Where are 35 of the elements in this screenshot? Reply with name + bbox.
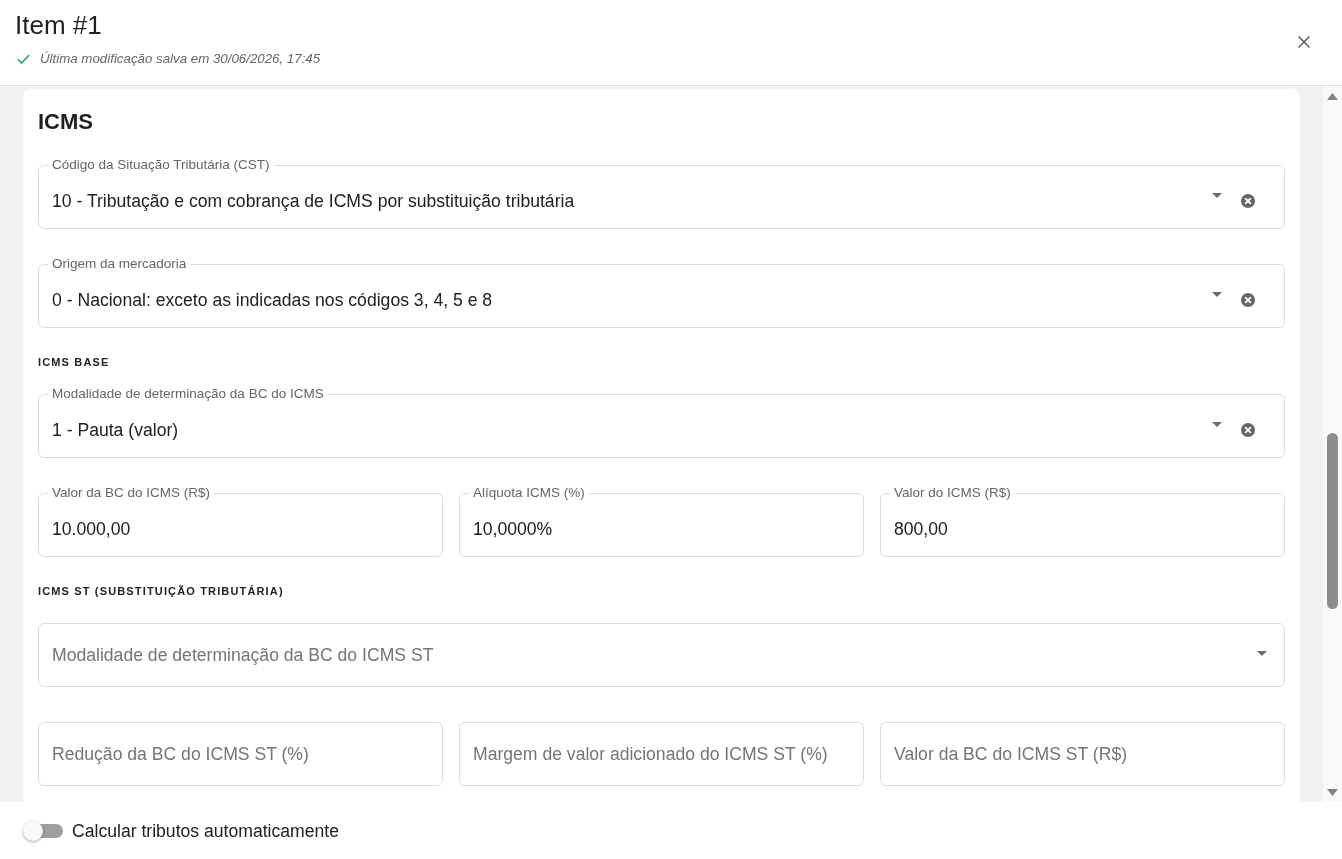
dropdown-caret-icon [1212, 422, 1222, 427]
scrollbar-thumb[interactable] [1327, 433, 1338, 609]
toggle-label: Calcular tributos automaticamente [72, 819, 339, 842]
dropdown-field[interactable]: Origem da mercadoria 0 - Nacional: exceto as indicadas nos códigos 3, 4, 5 e 8 [38, 256, 1285, 328]
dropdown-field[interactable]: Modalidade de determinação da BC do ICMS 1 - Pauta (valor) [38, 386, 1285, 458]
dialog-title: Item #1 [15, 10, 102, 40]
dropdown-caret-icon [1257, 650, 1267, 656]
input-field[interactable]: Valor da BC do ICMS (R$) 10.000,00 [38, 485, 443, 557]
field-label: Alíquota ICMS (%) [472, 485, 586, 501]
section-subheading: ICMS BASE [38, 355, 110, 370]
input-field[interactable]: Valor da BC do ICMS ST (R$) [880, 722, 1285, 786]
input-field[interactable]: Margem de valor adicionado do ICMS ST (%) [459, 722, 864, 786]
field-label: Origem da mercadoria [51, 256, 188, 272]
field-label: Código da Situação Tributária (CST) [51, 157, 271, 173]
field-label: Modalidade de determinação da BC do ICMS [51, 386, 325, 402]
input-field[interactable]: Valor do ICMS (R$) 800,00 [880, 485, 1285, 557]
close-icon [1298, 36, 1310, 48]
up-arrow-icon[interactable] [1327, 93, 1338, 100]
clear-icon[interactable] [1241, 193, 1255, 208]
input-field[interactable]: Alíquota ICMS (%) 10,0000% [459, 485, 864, 557]
save-status-text: Última modificação salva em 30/06/2026, 17:45 [40, 51, 321, 67]
dropdown-field[interactable]: Código da Situação Tributária (CST) 10 - Tributação e com cobrança de ICMS por substituição tributária [38, 157, 1285, 229]
field-label: Valor do ICMS (R$) [893, 485, 1012, 501]
dropdown-caret-icon [1212, 193, 1222, 198]
clear-icon[interactable] [1241, 422, 1255, 437]
dropdown-caret-icon [1212, 292, 1222, 297]
toggle-switch[interactable] [22, 820, 63, 841]
scrollbar[interactable] [1323, 86, 1342, 802]
section-title: ICMS [38, 108, 93, 136]
section-subheading: ICMS ST (SUBSTITUIÇÃO TRIBUTÁRIA) [38, 584, 284, 599]
input-field[interactable]: Redução da BC do ICMS ST (%) [38, 722, 443, 786]
clear-icon[interactable] [1241, 292, 1255, 307]
down-arrow-icon[interactable] [1327, 789, 1338, 796]
field-label: Valor da BC do ICMS (R$) [51, 485, 212, 501]
dropdown-field[interactable]: Modalidade de determinação da BC do ICMS ST [38, 623, 1285, 687]
